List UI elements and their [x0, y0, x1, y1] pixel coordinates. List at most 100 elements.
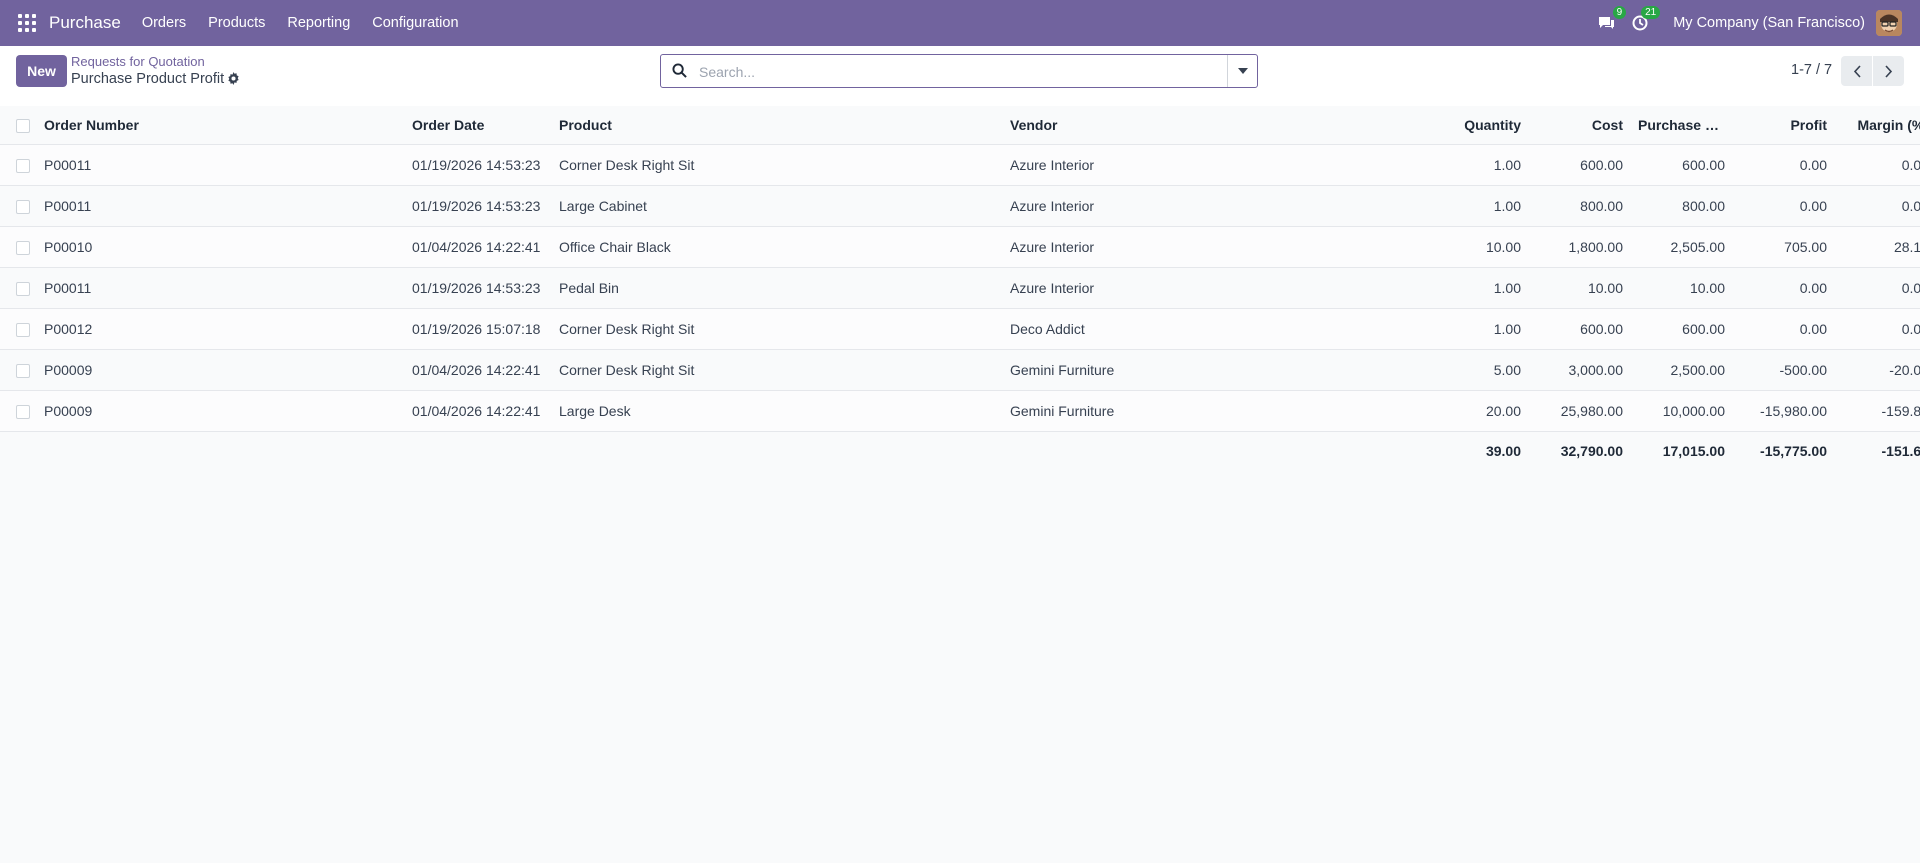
cell-quantity[interactable]: 1.00	[1436, 144, 1536, 186]
cell-quantity[interactable]: 5.00	[1436, 349, 1536, 391]
cell-profit[interactable]: -500.00	[1740, 349, 1842, 391]
cell-order-date[interactable]: 01/19/2026 15:07:18	[412, 308, 559, 350]
cell-quantity[interactable]: 1.00	[1436, 185, 1536, 227]
table-row[interactable]: P00010 01/04/2026 14:22:41 Office Chair …	[0, 226, 1920, 268]
row-checkbox[interactable]	[16, 200, 30, 215]
cell-vendor[interactable]: Azure Interior	[1010, 267, 1436, 309]
cell-quantity[interactable]: 1.00	[1436, 267, 1536, 309]
cell-order-number[interactable]: P00010	[44, 226, 412, 268]
cell-purchase-price[interactable]: 800.00	[1638, 185, 1740, 227]
cell-margin[interactable]: 28.14	[1842, 226, 1920, 268]
cell-margin[interactable]: -20.00	[1842, 349, 1920, 391]
cell-vendor[interactable]: Gemini Furniture	[1010, 349, 1436, 391]
row-checkbox[interactable]	[16, 282, 30, 297]
cell-vendor[interactable]: Deco Addict	[1010, 308, 1436, 350]
cell-product[interactable]: Corner Desk Right Sit	[559, 144, 1010, 186]
user-avatar[interactable]	[1876, 10, 1902, 36]
cell-margin[interactable]: 0.00	[1842, 308, 1920, 350]
cell-vendor[interactable]: Azure Interior	[1010, 185, 1436, 227]
cell-vendor[interactable]: Azure Interior	[1010, 144, 1436, 186]
cell-product[interactable]: Pedal Bin	[559, 267, 1010, 309]
cell-profit[interactable]: 705.00	[1740, 226, 1842, 268]
table-row[interactable]: P00011 01/19/2026 14:53:23 Large Cabinet…	[0, 185, 1920, 227]
row-checkbox[interactable]	[16, 241, 30, 256]
cell-cost[interactable]: 25,980.00	[1536, 390, 1638, 432]
cell-purchase-price[interactable]: 10.00	[1638, 267, 1740, 309]
cell-product[interactable]: Large Cabinet	[559, 185, 1010, 227]
table-row[interactable]: P00012 01/19/2026 15:07:18 Corner Desk R…	[0, 308, 1920, 350]
menu-orders[interactable]: Orders	[131, 15, 197, 31]
cell-cost[interactable]: 10.00	[1536, 267, 1638, 309]
cell-cost[interactable]: 600.00	[1536, 308, 1638, 350]
row-checkbox[interactable]	[16, 364, 30, 379]
cell-order-number[interactable]: P00011	[44, 185, 412, 227]
column-header-profit[interactable]: Profit	[1740, 106, 1842, 145]
cell-cost[interactable]: 800.00	[1536, 185, 1638, 227]
cell-profit[interactable]: 0.00	[1740, 185, 1842, 227]
breadcrumb-parent-link[interactable]: Requests for Quotation	[71, 54, 205, 69]
column-header-product[interactable]: Product	[559, 106, 1010, 145]
search-options-toggle[interactable]	[1227, 55, 1257, 87]
cell-order-number[interactable]: P00011	[44, 267, 412, 309]
cell-purchase-price[interactable]: 10,000.00	[1638, 390, 1740, 432]
cell-vendor[interactable]: Gemini Furniture	[1010, 390, 1436, 432]
cell-order-date[interactable]: 01/04/2026 14:22:41	[412, 226, 559, 268]
cell-purchase-price[interactable]: 2,505.00	[1638, 226, 1740, 268]
cell-product[interactable]: Corner Desk Right Sit	[559, 308, 1010, 350]
cell-order-number[interactable]: P00011	[44, 144, 412, 186]
cell-profit[interactable]: 0.00	[1740, 267, 1842, 309]
cell-vendor[interactable]: Azure Interior	[1010, 226, 1436, 268]
column-header-order-number[interactable]: Order Number	[44, 106, 412, 145]
cell-cost[interactable]: 1,800.00	[1536, 226, 1638, 268]
cell-order-date[interactable]: 01/04/2026 14:22:41	[412, 349, 559, 391]
cell-purchase-price[interactable]: 600.00	[1638, 308, 1740, 350]
gear-icon[interactable]	[227, 72, 240, 88]
cell-product[interactable]: Office Chair Black	[559, 226, 1010, 268]
cell-order-date[interactable]: 01/19/2026 14:53:23	[412, 144, 559, 186]
cell-order-date[interactable]: 01/04/2026 14:22:41	[412, 390, 559, 432]
menu-configuration[interactable]: Configuration	[361, 15, 469, 31]
table-row[interactable]: P00011 01/19/2026 14:53:23 Pedal Bin Azu…	[0, 267, 1920, 309]
messages-button[interactable]: 9	[1595, 6, 1627, 34]
select-all-checkbox[interactable]	[16, 119, 30, 134]
pager-previous-button[interactable]	[1841, 56, 1872, 86]
app-menu-grid-icon[interactable]	[18, 14, 36, 32]
search-input[interactable]	[697, 60, 1221, 84]
column-header-margin[interactable]: Margin (%)	[1842, 106, 1920, 145]
table-row[interactable]: P00011 01/19/2026 14:53:23 Corner Desk R…	[0, 144, 1920, 186]
cell-margin[interactable]: -159.80	[1842, 390, 1920, 432]
table-row[interactable]: P00009 01/04/2026 14:22:41 Corner Desk R…	[0, 349, 1920, 391]
cell-cost[interactable]: 3,000.00	[1536, 349, 1638, 391]
column-header-order-date[interactable]: Order Date	[412, 106, 559, 145]
column-header-cost[interactable]: Cost	[1536, 106, 1638, 145]
column-header-quantity[interactable]: Quantity	[1436, 106, 1536, 145]
column-header-purchase-price[interactable]: Purchase Pr...	[1638, 106, 1740, 145]
menu-products[interactable]: Products	[197, 15, 276, 31]
cell-quantity[interactable]: 1.00	[1436, 308, 1536, 350]
cell-purchase-price[interactable]: 600.00	[1638, 144, 1740, 186]
cell-profit[interactable]: 0.00	[1740, 144, 1842, 186]
app-name[interactable]: Purchase	[49, 13, 121, 33]
cell-profit[interactable]: 0.00	[1740, 308, 1842, 350]
activities-button[interactable]: 21	[1629, 6, 1661, 34]
cell-order-number[interactable]: P00009	[44, 390, 412, 432]
cell-product[interactable]: Corner Desk Right Sit	[559, 349, 1010, 391]
cell-order-date[interactable]: 01/19/2026 14:53:23	[412, 267, 559, 309]
row-checkbox[interactable]	[16, 405, 30, 420]
pager-next-button[interactable]	[1873, 56, 1904, 86]
cell-order-number[interactable]: P00012	[44, 308, 412, 350]
cell-margin[interactable]: 0.00	[1842, 185, 1920, 227]
cell-cost[interactable]: 600.00	[1536, 144, 1638, 186]
cell-margin[interactable]: 0.00	[1842, 144, 1920, 186]
table-row[interactable]: P00009 01/04/2026 14:22:41 Large Desk Ge…	[0, 390, 1920, 432]
menu-reporting[interactable]: Reporting	[276, 15, 361, 31]
cell-quantity[interactable]: 10.00	[1436, 226, 1536, 268]
cell-margin[interactable]: 0.00	[1842, 267, 1920, 309]
cell-order-date[interactable]: 01/19/2026 14:53:23	[412, 185, 559, 227]
cell-profit[interactable]: -15,980.00	[1740, 390, 1842, 432]
row-checkbox[interactable]	[16, 323, 30, 338]
cell-purchase-price[interactable]: 2,500.00	[1638, 349, 1740, 391]
column-header-vendor[interactable]: Vendor	[1010, 106, 1436, 145]
new-button[interactable]: New	[16, 55, 67, 87]
pager-value[interactable]: 1-7 / 7	[1791, 62, 1832, 78]
